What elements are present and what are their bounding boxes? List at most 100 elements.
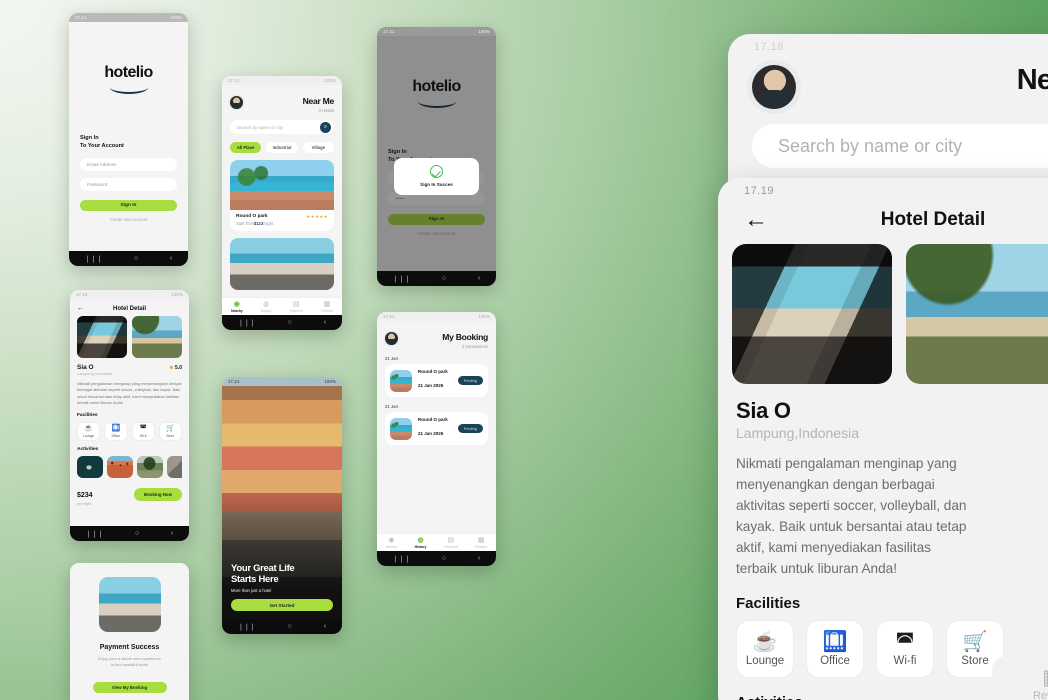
gallery-image[interactable] (732, 244, 892, 384)
back-arrow-icon[interactable]: ← (77, 305, 89, 312)
facility-store[interactable]: 🛒 Store (158, 421, 182, 441)
activity-image[interactable] (137, 455, 163, 478)
tab-nearby[interactable]: ◉ Nearby (386, 537, 397, 549)
booking-thumbnail (390, 417, 412, 440)
photo-gallery (77, 316, 182, 358)
headline-line1: Your Great Life (231, 562, 295, 574)
back-arrow-icon[interactable]: ← (744, 206, 784, 234)
app-logo: hotelio (80, 64, 177, 94)
facility-wifi[interactable]: ◚ Wi-fi (131, 421, 155, 441)
recent-apps-icon[interactable]: ❘❘❘ (393, 555, 411, 563)
briefcase-icon: 🛄 (111, 425, 121, 432)
get-started-button[interactable]: Get Started (231, 599, 333, 611)
tab-reward[interactable]: ▦ Reward (321, 301, 333, 313)
tab-payment[interactable]: ▤ Payment (444, 537, 457, 549)
booking-list-item[interactable]: Round O park 21 Jan 2025 Pending (385, 412, 488, 445)
home-icon[interactable]: ○ (134, 255, 138, 262)
gallery-image[interactable] (906, 244, 1048, 384)
signin-heading: Sign In To Your Account (80, 134, 177, 151)
rating-stars: ★★★★★ (306, 214, 328, 219)
tab-reward[interactable]: ▦ Reward (992, 656, 1048, 700)
booking-now-button[interactable]: Booking Now (133, 488, 182, 502)
headline-line2: Starts Here (231, 573, 279, 585)
tab-history[interactable]: ◍ History (415, 537, 427, 549)
nearme-subtitle: 3 Hotels (1017, 95, 1048, 110)
phone-my-booking: 17.21 100% My Booking 2 transactions 21 … (377, 312, 496, 566)
tab-nearby[interactable]: ◉ Nearby (231, 301, 243, 313)
booking-thumbnail (390, 369, 412, 392)
facility-office[interactable]: 🛄 Office (104, 421, 128, 441)
home-icon[interactable]: ○ (135, 530, 139, 537)
recent-apps-icon[interactable]: ❘❘❘ (393, 275, 411, 283)
screen-signin-success: hotelio Sign In To Your Account use ••••… (377, 36, 496, 271)
back-icon[interactable]: ‹ (478, 555, 480, 562)
back-icon[interactable]: ‹ (324, 623, 326, 630)
coffee-cup-icon: ☕ (752, 630, 778, 653)
activity-image[interactable] (107, 455, 133, 478)
activities-list (77, 455, 182, 478)
booking-list-item[interactable]: Round O park 21 Jan 2025 Pending (385, 364, 488, 397)
card-icon: ▤ (292, 300, 300, 308)
booking-header: My Booking 2 transactions (385, 327, 488, 349)
price-block: $234 per night (77, 484, 93, 506)
nearme-title: Near Me (1016, 64, 1048, 96)
signin-heading-line1: Sign In (80, 135, 99, 141)
email-placeholder: Email Address (87, 161, 117, 167)
page-title: My Booking 2 transactions (442, 327, 488, 349)
hotel-description: Nikmati pengalaman menginap yang menyena… (736, 456, 967, 577)
back-icon[interactable]: ‹ (170, 255, 172, 262)
back-icon[interactable]: ‹ (324, 319, 326, 326)
search-input[interactable]: Search by name or city ⌕ (230, 120, 334, 134)
back-icon[interactable]: ‹ (478, 275, 480, 282)
chip-industrial[interactable]: Industrial (266, 142, 298, 153)
home-icon[interactable]: ○ (288, 319, 292, 326)
create-account-link[interactable]: Create new Account (80, 217, 177, 222)
signin-button[interactable]: Sign In (80, 199, 177, 211)
avatar[interactable] (230, 95, 243, 109)
recent-apps-icon[interactable]: ❘❘❘ (85, 255, 103, 263)
tab-history[interactable]: ◍ History (261, 301, 272, 313)
gallery-image[interactable] (132, 316, 182, 358)
facility-office[interactable]: 🛄 Office (806, 620, 864, 679)
nearme-header: Near Me 3 Hotels (728, 60, 1048, 110)
search-icon[interactable]: ⌕ (320, 121, 331, 133)
password-field[interactable]: Password (80, 177, 177, 191)
facility-lounge[interactable]: ☕ Lounge (736, 620, 794, 679)
coffee-cup-icon: ☕ (84, 425, 93, 432)
recent-apps-icon[interactable]: ❘❘❘ (238, 319, 256, 327)
hotel-card[interactable]: Round O park Start from$123/night ★★★★★ (230, 160, 334, 231)
success-toast: Sign In Succes (394, 158, 479, 195)
hotel-card[interactable] (230, 237, 334, 290)
screen-nearme: Near Me 3 Hotels Search by name or city … (222, 85, 342, 315)
briefcase-icon: 🛄 (822, 630, 848, 653)
gallery-image[interactable] (77, 316, 127, 358)
facility-lounge[interactable]: ☕ Lounge (77, 421, 101, 441)
activity-image[interactable] (77, 455, 103, 478)
view-my-booking-button[interactable]: View My Booking (92, 681, 167, 693)
chip-village[interactable]: Village (302, 142, 334, 153)
search-input[interactable]: Search by name or city ⌕ (752, 124, 1048, 168)
back-icon[interactable]: ‹ (171, 530, 173, 537)
chip-all-place[interactable]: All Place (230, 142, 262, 153)
big-panel-hotel-detail: 17.19 100% ← Hotel Detail Sia O Lampung,… (718, 178, 1048, 700)
recent-apps-icon[interactable]: ❘❘❘ (86, 530, 104, 538)
recent-apps-icon[interactable]: ❘❘❘ (238, 623, 256, 631)
payment-success-desc: Enjoy your a whole new experience in thi… (81, 656, 178, 669)
nearme-body: Near Me 3 Hotels Search by name or city … (222, 85, 342, 315)
location-icon: ◉ (233, 300, 240, 308)
my-booking-body: My Booking 2 transactions 21 Jan Round O… (377, 321, 496, 551)
avatar[interactable] (752, 65, 796, 109)
screen-onboarding: Your Great Life Starts Here More than jus… (222, 386, 342, 619)
tab-reward[interactable]: ▦ Reward (475, 537, 487, 549)
clock-icon: ◍ (263, 300, 270, 308)
home-icon[interactable]: ○ (442, 275, 446, 282)
facility-wifi[interactable]: ◚ Wi-fi (876, 620, 934, 679)
home-icon[interactable]: ○ (288, 623, 292, 630)
tab-reward-label: Reward (1033, 689, 1048, 700)
activity-image[interactable] (167, 455, 182, 478)
avatar[interactable] (385, 331, 398, 345)
tab-payment[interactable]: ▤ Payment (290, 301, 303, 313)
email-field[interactable]: Email Address (80, 157, 177, 171)
payment-success-title: Payment Success (99, 644, 160, 651)
home-icon[interactable]: ○ (442, 555, 446, 562)
